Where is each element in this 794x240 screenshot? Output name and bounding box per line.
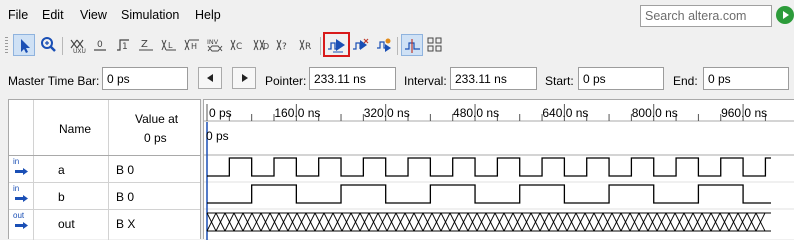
time-tick-label: 480.0 ns — [453, 106, 500, 120]
pointer-field[interactable] — [309, 67, 396, 90]
svg-text:0: 0 — [97, 40, 103, 50]
time-tick-label: 800.0 ns — [631, 106, 678, 120]
input-pin-icon: in — [13, 158, 35, 178]
selection-tool-icon[interactable] — [13, 34, 35, 56]
zoom-tool-icon[interactable] — [37, 34, 59, 56]
svg-text:D: D — [263, 42, 269, 51]
interval-field[interactable] — [450, 67, 537, 90]
cursor-time-label: 0 ps — [206, 129, 229, 143]
interval-label: Interval: — [404, 74, 447, 88]
generate-netlist-icon[interactable] — [373, 34, 395, 56]
pointer-label: Pointer: — [265, 74, 307, 88]
weak-low-icon[interactable]: L — [158, 34, 180, 56]
name-column-header[interactable]: Name — [59, 122, 91, 136]
signal-name: a — [58, 163, 65, 177]
force-low-icon[interactable]: 0 — [89, 34, 111, 56]
start-label: Start: — [545, 74, 574, 88]
time-tick-label: 640.0 ns — [542, 106, 589, 120]
value-column-header[interactable]: Value at — [135, 112, 178, 126]
waveform-a — [207, 157, 771, 177]
svg-text:L: L — [168, 41, 173, 50]
previous-transition-button[interactable] — [198, 67, 222, 89]
force-high-icon[interactable]: 1 — [112, 34, 134, 56]
svg-text:C: C — [236, 42, 242, 52]
arrow-right-icon — [242, 74, 248, 82]
signal-value: B 0 — [116, 190, 135, 204]
time-bar-row: Master Time Bar: Pointer: Interval: Star… — [0, 63, 794, 93]
signal-name: b — [58, 190, 65, 204]
high-impedance-icon[interactable]: Z — [135, 34, 157, 56]
signal-list: Name Value at 0 ps in a B 0 in b B 0 out… — [8, 99, 201, 240]
time-tick-label: 320.0 ns — [363, 106, 410, 120]
signal-value: B X — [116, 217, 136, 231]
svg-text:INV: INV — [207, 38, 219, 46]
menu-help[interactable]: Help — [195, 8, 221, 22]
snap-to-transition-icon[interactable] — [401, 34, 423, 56]
svg-text:?: ? — [282, 42, 287, 52]
waveform-panel[interactable]: 0 ps 160.0 ns 320.0 ns 480.0 ns 640.0 ns 800.… — [203, 99, 794, 240]
run-timing-simulation-icon[interactable] — [350, 34, 372, 56]
waveform-canvas[interactable] — [204, 100, 794, 240]
signal-value: B 0 — [116, 163, 135, 177]
time-tick-label: 160.0 ns — [274, 106, 321, 120]
toolbar-separator — [320, 37, 321, 55]
signal-row-a[interactable]: in a B 0 — [9, 156, 200, 182]
menu-file[interactable]: File — [8, 8, 28, 22]
start-field[interactable] — [578, 67, 664, 90]
menu-edit[interactable]: Edit — [42, 8, 64, 22]
invert-icon[interactable]: INV — [204, 34, 226, 56]
time-tick-label: 0 ps — [209, 106, 232, 120]
toolbar-grip[interactable] — [5, 37, 8, 55]
signal-row-b[interactable]: in b B 0 — [9, 183, 200, 209]
svg-text:Z: Z — [141, 39, 148, 50]
output-pin-icon: out — [13, 212, 35, 232]
svg-text:1: 1 — [122, 42, 128, 52]
search-input[interactable] — [640, 5, 772, 27]
random-value-icon[interactable]: R — [296, 34, 318, 56]
arbitrary-value-icon[interactable]: ? — [273, 34, 295, 56]
end-label: End: — [673, 74, 698, 88]
svg-text:R: R — [305, 42, 311, 52]
signal-row-out[interactable]: out out B X — [9, 210, 200, 236]
svg-text:UXU: UXU — [73, 48, 86, 54]
search-go-icon[interactable] — [776, 6, 794, 24]
uninitialized-icon[interactable]: UXU — [66, 34, 88, 56]
menu-bar: File Edit View Simulation Help — [0, 0, 794, 32]
value-column-header-time: 0 ps — [144, 131, 167, 145]
toolbar-separator — [62, 37, 63, 55]
svg-text:H: H — [191, 42, 197, 51]
toolbar: UXU 0 1 Z L H INV C D ? R — [0, 32, 794, 59]
end-field[interactable] — [703, 67, 789, 90]
count-value-icon[interactable]: C — [227, 34, 249, 56]
master-time-bar-label: Master Time Bar: — [8, 74, 100, 88]
toolbar-separator — [397, 37, 398, 55]
menu-view[interactable]: View — [80, 8, 107, 22]
menu-simulation[interactable]: Simulation — [121, 8, 179, 22]
waveform-b — [207, 184, 771, 204]
input-pin-icon: in — [13, 185, 35, 205]
weak-high-icon[interactable]: H — [181, 34, 203, 56]
next-transition-button[interactable] — [232, 67, 256, 89]
grid-icon[interactable] — [424, 34, 446, 56]
run-functional-simulation-icon[interactable] — [323, 32, 350, 57]
master-time-bar-field[interactable] — [102, 67, 188, 90]
arrow-left-icon — [207, 74, 213, 82]
clock-icon[interactable]: D — [250, 34, 272, 56]
signal-name: out — [58, 217, 75, 231]
time-tick-label: 960.0 ns — [721, 106, 768, 120]
